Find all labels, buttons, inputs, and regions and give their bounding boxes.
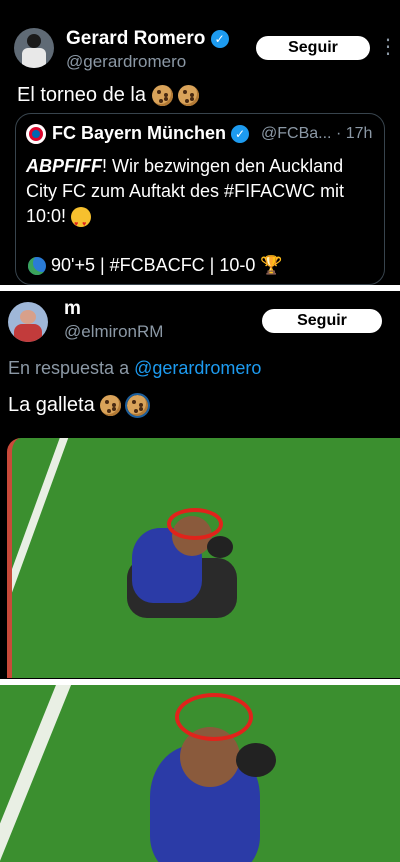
cookie-emoji-icon [124, 393, 150, 419]
verified-badge-icon: ✓ [210, 29, 229, 48]
avatar[interactable] [8, 302, 48, 342]
quoted-footer-text: 90'+5 | #FCBACFC | 10-0 [51, 255, 256, 275]
separator [0, 285, 400, 291]
author-name[interactable]: m [64, 298, 81, 320]
globe-emoji-icon [28, 257, 46, 276]
heart-eyes-emoji-icon: ♥ ♥ [71, 207, 92, 228]
author-handle[interactable]: @elmironRM [64, 322, 163, 342]
quoted-handle: @FCBa... [261, 125, 332, 142]
tweet-text: La galleta [8, 393, 150, 419]
tweet-media-image[interactable] [7, 438, 400, 678]
cookie-emoji-icon [100, 395, 122, 417]
zoomed-image [0, 685, 400, 862]
trophy-emoji-icon: 🏆 [260, 255, 283, 275]
tweet-text: El torneo de la [17, 84, 200, 107]
quoted-text: ABPFIFF! Wir bezwingen den Auckland City… [26, 154, 381, 229]
highlight-circle [175, 693, 253, 741]
quoted-author-name-text: FC Bayern München [52, 123, 227, 143]
bayern-logo-icon [26, 124, 46, 144]
quoted-line1: ! Wir bezwingen den Auckland [102, 156, 344, 176]
quoted-line3: 10:0! [26, 206, 67, 226]
quoted-meta: @FCBa... · 17h [261, 125, 372, 143]
reply-to-link[interactable]: @gerardromero [134, 358, 261, 378]
highlight-circle [167, 508, 223, 540]
avatar[interactable] [14, 28, 54, 68]
author-name-text: Gerard Romero [66, 28, 206, 49]
author-name[interactable]: Gerard Romero ✓ [66, 28, 229, 50]
quoted-author-name: FC Bayern München ✓ [52, 123, 250, 144]
cookie-emoji-icon [178, 85, 200, 107]
quoted-tweet[interactable]: FC Bayern München ✓ @FCBa... · 17h ABPFI… [15, 113, 385, 285]
reply-prefix: En respuesta a [8, 358, 130, 378]
reply-context: En respuesta a @gerardromero [8, 358, 261, 379]
tweet-text-content: El torneo de la [17, 84, 146, 106]
more-options-icon[interactable]: ⋮ [378, 34, 398, 59]
quoted-time: · 17h [335, 125, 373, 142]
cookie-emoji-icon [151, 85, 173, 107]
verified-badge-icon: ✓ [231, 125, 250, 144]
author-handle[interactable]: @gerardromero [66, 52, 186, 72]
quoted-line2: City FC zum Auftakt des #FIFACWC mit [26, 181, 345, 201]
follow-button[interactable]: Seguir [256, 36, 370, 60]
tweet-text-content: La galleta [8, 394, 95, 416]
quoted-hashtag-bold: ABPFIFF [26, 156, 102, 176]
quoted-footer: 90'+5 | #FCBACFC | 10-0 🏆 [28, 255, 283, 276]
follow-button[interactable]: Seguir [262, 309, 382, 333]
